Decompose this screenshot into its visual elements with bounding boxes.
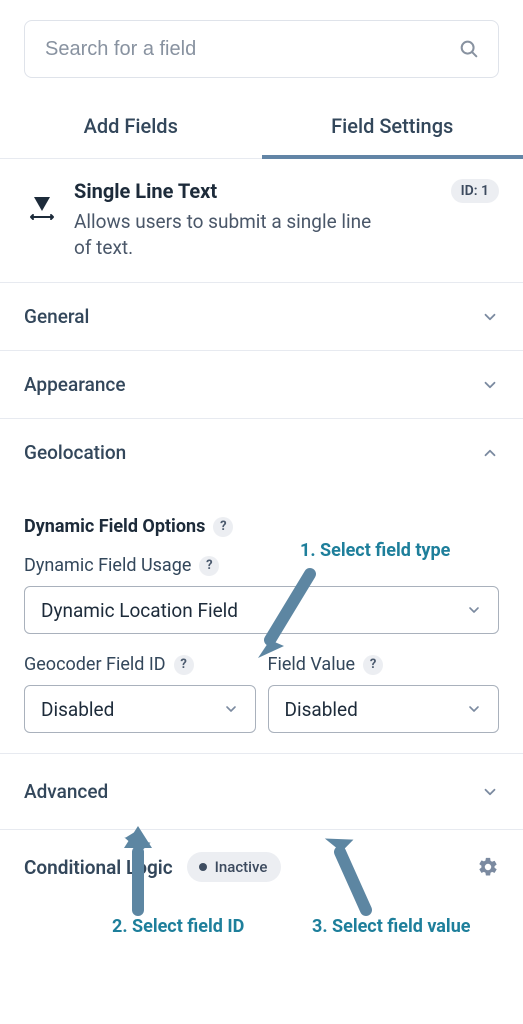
geocoder-id-select[interactable]: Disabled: [24, 685, 256, 733]
chevron-down-icon: [481, 376, 499, 394]
help-icon[interactable]: ?: [174, 655, 194, 675]
dynamic-usage-label: Dynamic Field Usage: [24, 555, 191, 576]
section-conditional-logic: Conditional Logic Inactive: [0, 830, 523, 904]
field-value-select[interactable]: Disabled: [268, 685, 500, 733]
section-appearance-label: Appearance: [24, 373, 126, 396]
annotation-2: 2. Select field ID: [112, 916, 244, 937]
section-general[interactable]: General: [0, 283, 523, 351]
dynamic-options-heading: Dynamic Field Options: [24, 516, 205, 537]
tabs: Add Fields Field Settings: [0, 92, 523, 159]
section-advanced[interactable]: Advanced: [0, 754, 523, 830]
search-icon: [458, 38, 480, 60]
help-icon[interactable]: ?: [363, 655, 383, 675]
annotation-3: 3. Select field value: [312, 916, 471, 937]
geocoder-id-label: Geocoder Field ID: [24, 654, 166, 675]
conditional-status-pill[interactable]: Inactive: [187, 852, 282, 882]
text-field-icon: [28, 193, 56, 225]
field-id-badge: ID: 1: [451, 179, 499, 203]
chevron-down-icon: [466, 602, 482, 618]
chevron-down-icon: [481, 783, 499, 801]
field-header: Single Line Text Allows users to submit …: [0, 159, 523, 283]
section-general-label: General: [24, 305, 89, 328]
geolocation-panel: Dynamic Field Options ? Dynamic Field Us…: [0, 516, 523, 754]
section-geolocation[interactable]: Geolocation: [0, 419, 523, 486]
chevron-down-icon: [223, 701, 239, 717]
section-geolocation-label: Geolocation: [24, 441, 126, 464]
search-field[interactable]: [24, 20, 499, 78]
help-icon[interactable]: ?: [213, 517, 233, 537]
search-input[interactable]: [43, 37, 458, 62]
chevron-down-icon: [481, 308, 499, 326]
tab-add-fields[interactable]: Add Fields: [0, 92, 262, 158]
dynamic-usage-select[interactable]: Dynamic Location Field: [24, 586, 499, 634]
chevron-up-icon: [481, 444, 499, 462]
field-title: Single Line Text: [74, 179, 217, 203]
status-dot-icon: [199, 863, 207, 871]
conditional-logic-label: Conditional Logic: [24, 856, 173, 879]
gear-icon[interactable]: [477, 856, 499, 878]
chevron-down-icon: [466, 701, 482, 717]
conditional-status-text: Inactive: [215, 858, 268, 876]
help-icon[interactable]: ?: [199, 556, 219, 576]
field-value-label: Field Value: [268, 654, 356, 675]
section-appearance[interactable]: Appearance: [0, 351, 523, 419]
dynamic-usage-value: Dynamic Location Field: [41, 599, 238, 622]
section-advanced-label: Advanced: [24, 780, 108, 803]
geocoder-id-value: Disabled: [41, 698, 114, 721]
tab-field-settings[interactable]: Field Settings: [262, 92, 523, 158]
field-description: Allows users to submit a single line of …: [74, 209, 374, 260]
field-value-value: Disabled: [285, 698, 358, 721]
